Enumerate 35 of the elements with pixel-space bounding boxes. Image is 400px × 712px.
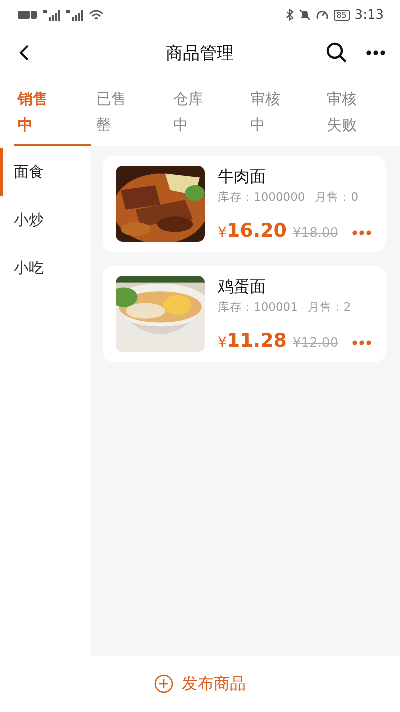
category-item[interactable]: 小吃 [0,244,90,292]
product-name: 牛肉面 [218,167,267,188]
search-icon [326,42,348,64]
more-icon [352,230,372,236]
product-name: 鸡蛋面 [218,277,267,298]
gauge-icon [316,9,329,21]
plus-circle-icon [154,674,174,694]
bluetooth-icon [286,9,294,21]
more-icon [366,50,386,56]
add-product-button[interactable]: 发布商品 [148,672,252,696]
tab[interactable]: 审核失败 [323,80,400,144]
stock-count: 库存：100001 [218,300,298,315]
monthly-sales: 月售：0 [315,190,359,205]
category-item[interactable]: 小炒 [0,196,90,244]
stock-count: 库存：1000000 [218,190,306,205]
tab[interactable]: 审核中 [246,80,324,144]
monthly-sales: 月售：2 [308,300,352,315]
page-title: 商品管理 [166,42,234,64]
chevron-left-icon [18,44,30,62]
wifi-icon [89,10,104,20]
hd-icon [18,10,38,20]
status-time: 3:13 [354,8,384,22]
tab[interactable]: 已售罄 [92,80,170,144]
price: ¥11.28 [218,330,288,352]
more-icon [352,340,372,346]
original-price: ¥18.00 [293,226,339,241]
product-card[interactable]: 鸡蛋面 库存：100001 月售：2 ¥11.28 ¥12.00 [103,266,386,362]
product-card[interactable]: 牛肉面 库存：1000000 月售：0 ¥16.20 ¥18.00 [103,156,386,252]
signal-icon [66,10,84,20]
signal-icon [43,10,61,20]
original-price: ¥12.00 [293,336,339,351]
battery-level: 85 [334,10,350,20]
price: ¥16.20 [218,220,288,242]
tab[interactable]: 仓库中 [170,80,246,144]
bell-off-icon [298,9,311,21]
